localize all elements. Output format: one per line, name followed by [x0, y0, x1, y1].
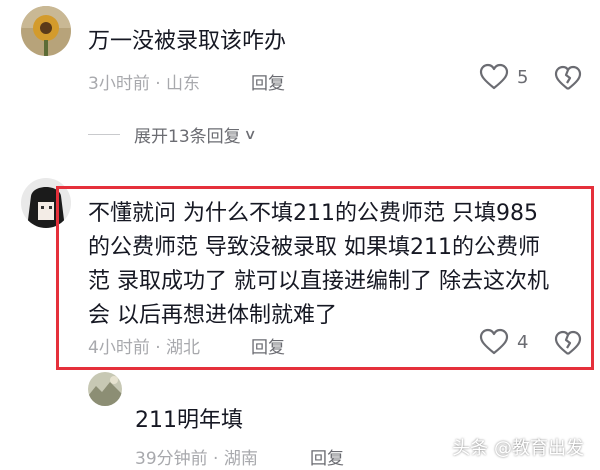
comment-text: 211明年填: [135, 408, 243, 433]
like-button[interactable]: 5: [479, 63, 528, 91]
like-count: 4: [517, 331, 529, 353]
chevron-down-icon: ∨: [243, 126, 257, 143]
reply-button[interactable]: 回复: [251, 69, 285, 94]
like-count: 5: [517, 66, 529, 88]
heart-icon: [479, 63, 509, 90]
heart-icon: [479, 328, 509, 355]
reply-button[interactable]: 回复: [310, 444, 344, 469]
broken-heart-icon: [554, 330, 582, 355]
avatar-reply[interactable]: [88, 372, 122, 406]
comment-text-line: 范 录取成功了 就可以直接进编制了 除去这次机: [88, 269, 549, 294]
comment-text-line: 的公费师范 导致没被录取 如果填211的公费师: [88, 235, 540, 260]
reply-button[interactable]: 回复: [251, 333, 285, 358]
comment-text: 万一没被录取该咋办: [88, 29, 287, 54]
expand-replies-label: 展开13条回复: [134, 127, 241, 147]
avatar-sunflower[interactable]: [21, 6, 71, 56]
expand-replies-button[interactable]: 展开13条回复 ∨: [88, 122, 257, 147]
comment-meta: 39分钟前 · 湖南: [135, 449, 258, 469]
dislike-button[interactable]: [554, 329, 582, 361]
comment-meta: 3小时前 · 山东: [88, 74, 201, 94]
dislike-button[interactable]: [554, 64, 582, 96]
like-button[interactable]: 4: [479, 328, 528, 356]
comment-text-line: 不懂就问 为什么不填211的公费师范 只填985: [88, 201, 538, 226]
comment-text-line: 会 以后再想进体制就难了: [88, 303, 337, 328]
watermark: 头条 @教育出发: [452, 438, 584, 459]
comment-meta: 4小时前 · 湖北: [88, 338, 201, 358]
broken-heart-icon: [554, 65, 582, 90]
expand-divider: [88, 134, 120, 135]
